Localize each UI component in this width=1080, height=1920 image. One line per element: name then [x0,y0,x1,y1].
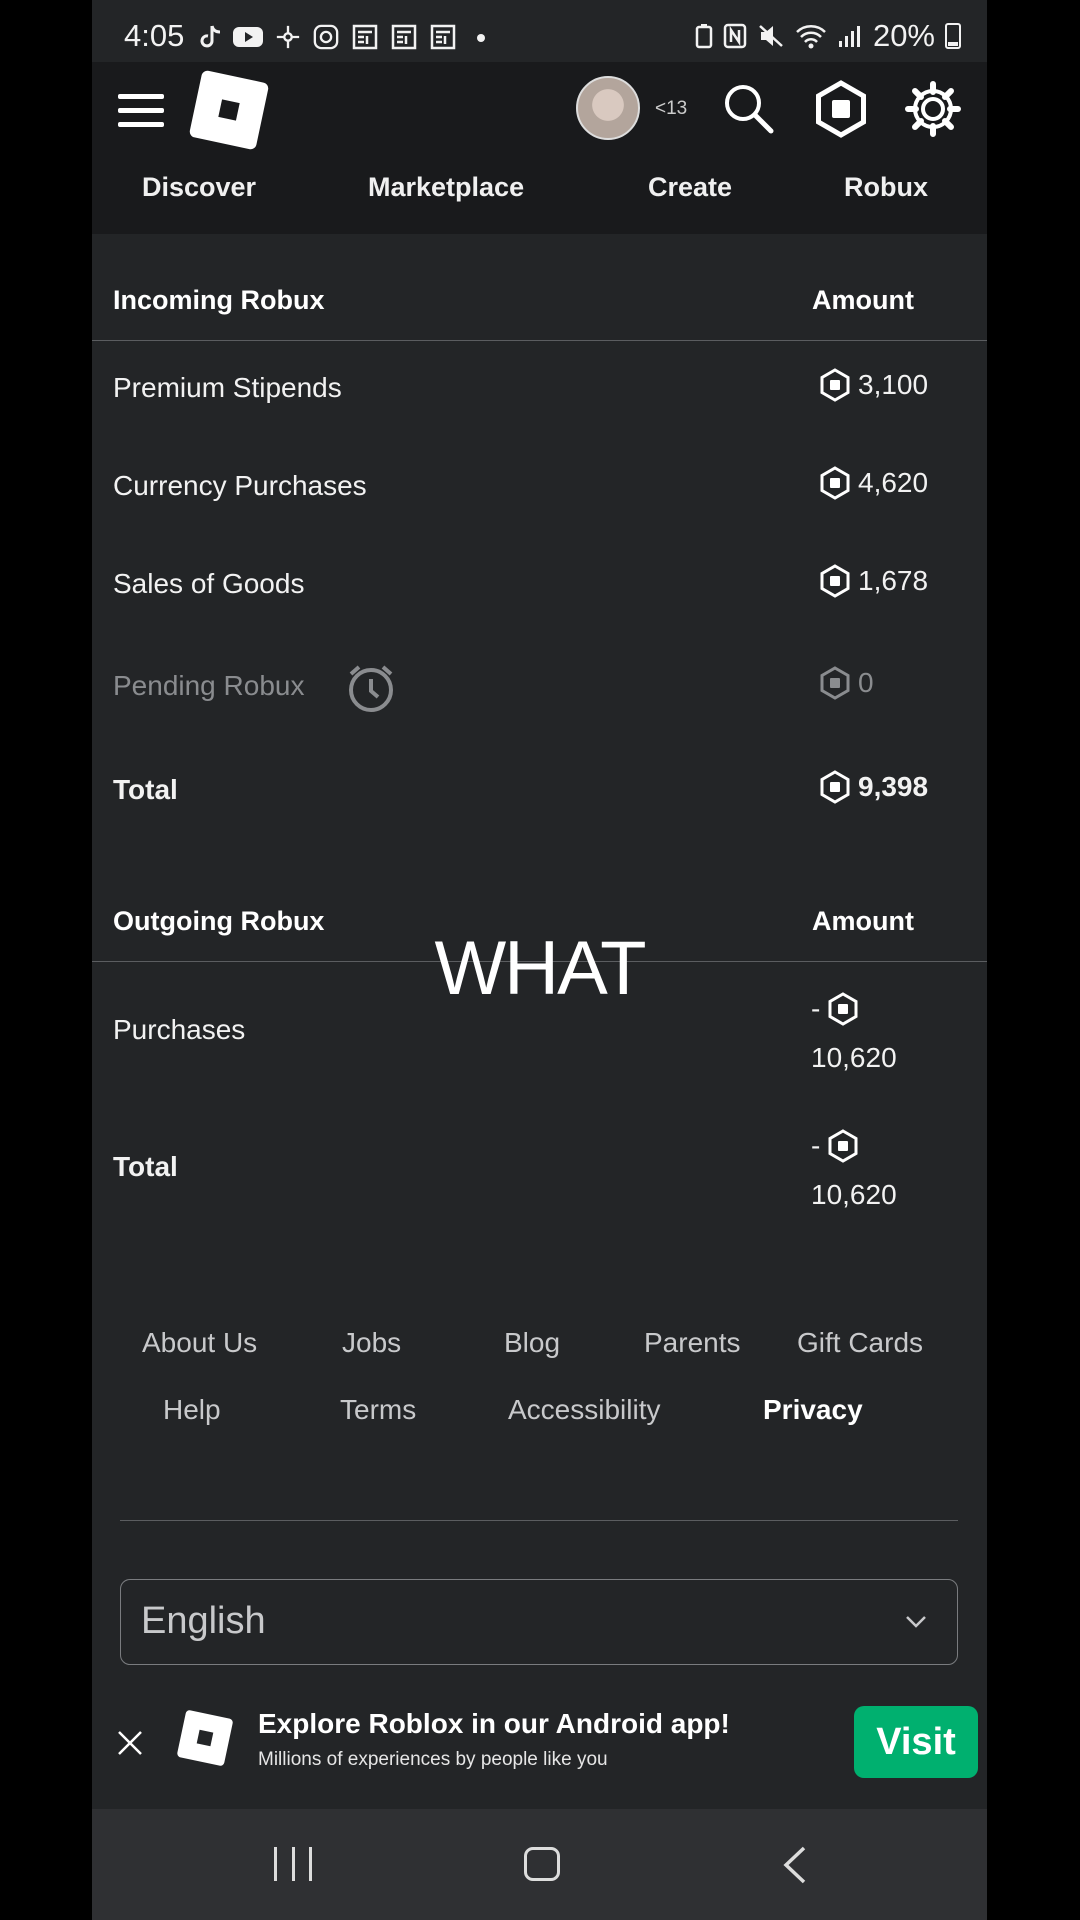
language-select[interactable]: English [120,1579,958,1665]
pinwheel-icon [276,25,300,49]
incoming-heading: Incoming Robux [113,285,325,315]
banner-subtitle: Millions of experiences by people like y… [258,1749,608,1770]
amount-value: 10,620 [811,1042,897,1073]
footer-link-jobs[interactable]: Jobs [342,1327,401,1359]
row-label: Sales of Goods [113,568,305,599]
mute-icon [759,25,783,47]
total-label: Total [113,774,178,805]
top-header: <13 Discover Marketplace Create Robux [92,62,987,234]
row-amount: 3,100 [818,368,928,402]
row-label: Premium Stipends [113,372,342,403]
robux-icon[interactable] [812,80,870,138]
search-icon[interactable] [720,80,776,136]
divider [120,1520,958,1521]
status-time: 4:05 [124,18,185,53]
roblox-logo-icon[interactable] [188,69,270,151]
tab-marketplace[interactable]: Marketplace [368,172,524,203]
robux-icon [820,466,850,500]
banner-title: Explore Roblox in our Android app! [258,1708,730,1739]
tab-create[interactable]: Create [648,172,732,203]
row-amount: 0 [818,666,874,700]
robux-icon [820,770,850,804]
amount-sign: - [811,1130,821,1161]
menu-icon[interactable] [118,94,164,130]
row-label: Pending Robux [113,670,305,701]
row-label: Purchases [113,1014,246,1045]
row-label: Currency Purchases [113,470,367,501]
robux-icon [820,666,850,700]
chevron-down-icon [906,1616,926,1628]
wifi-icon [796,25,826,49]
amount-value: 10,620 [811,1179,897,1210]
age-label: <13 [655,98,688,119]
total-amount: - [811,1129,860,1163]
footer-link-accessibility[interactable]: Accessibility [508,1394,660,1426]
phone-screen: 4:05 20% <13 Discover Marketplace Create… [92,0,987,1920]
visit-button[interactable]: Visit [854,1706,978,1778]
footer-link-terms[interactable]: Terms [340,1394,416,1426]
row-amount: 4,620 [818,466,928,500]
footer-link-privacy[interactable]: Privacy [763,1394,863,1426]
status-right: 20% [695,18,961,54]
system-nav-bar [92,1809,987,1920]
nfc-icon [723,23,747,49]
signal-icon [838,26,860,47]
amount-value: 3,100 [858,369,929,400]
news-icon [391,24,417,50]
youtube-icon [233,27,263,47]
robux-icon [828,1129,858,1163]
main-nav: Discover Marketplace Create Robux [92,172,987,234]
instagram-icon [313,24,339,50]
footer-link-gift-cards[interactable]: Gift Cards [797,1327,923,1359]
home-icon[interactable] [524,1847,560,1881]
app-banner: Explore Roblox in our Android app! Milli… [92,1679,987,1809]
news-icon [352,24,378,50]
tab-robux[interactable]: Robux [844,172,928,203]
robux-icon [820,564,850,598]
status-bar: 4:05 20% [92,0,987,62]
dot-icon [477,34,485,42]
divider [92,340,987,341]
tiktok-icon [200,25,221,48]
footer-link-about[interactable]: About Us [142,1327,257,1359]
footer-link-blog[interactable]: Blog [504,1327,560,1359]
total-label: Total [113,1151,178,1182]
battery-saver-icon [695,24,713,49]
roblox-logo-icon [176,1709,234,1767]
footer-link-parents[interactable]: Parents [644,1327,741,1359]
amount-value: 0 [858,667,874,698]
news-icon [430,24,456,50]
total-amount: 9,398 [818,770,928,804]
tab-discover[interactable]: Discover [142,172,256,203]
gear-icon[interactable] [904,80,962,138]
recents-icon[interactable] [274,1847,312,1881]
incoming-amount-heading: Amount [812,285,914,315]
amount-value: 9,398 [858,771,929,802]
language-value: English [141,1600,266,1642]
battery-icon [945,23,961,49]
clock-icon [349,665,393,712]
close-icon[interactable] [116,1729,144,1757]
battery-percent: 20% [872,18,935,53]
row-amount: 1,678 [818,564,928,598]
video-caption: WHAT [434,926,646,1011]
amount-value: 4,620 [858,467,929,498]
back-icon[interactable] [780,1845,810,1885]
avatar[interactable] [576,76,640,140]
amount-value: 1,678 [858,565,929,596]
robux-icon [820,368,850,402]
footer-link-help[interactable]: Help [163,1394,221,1426]
